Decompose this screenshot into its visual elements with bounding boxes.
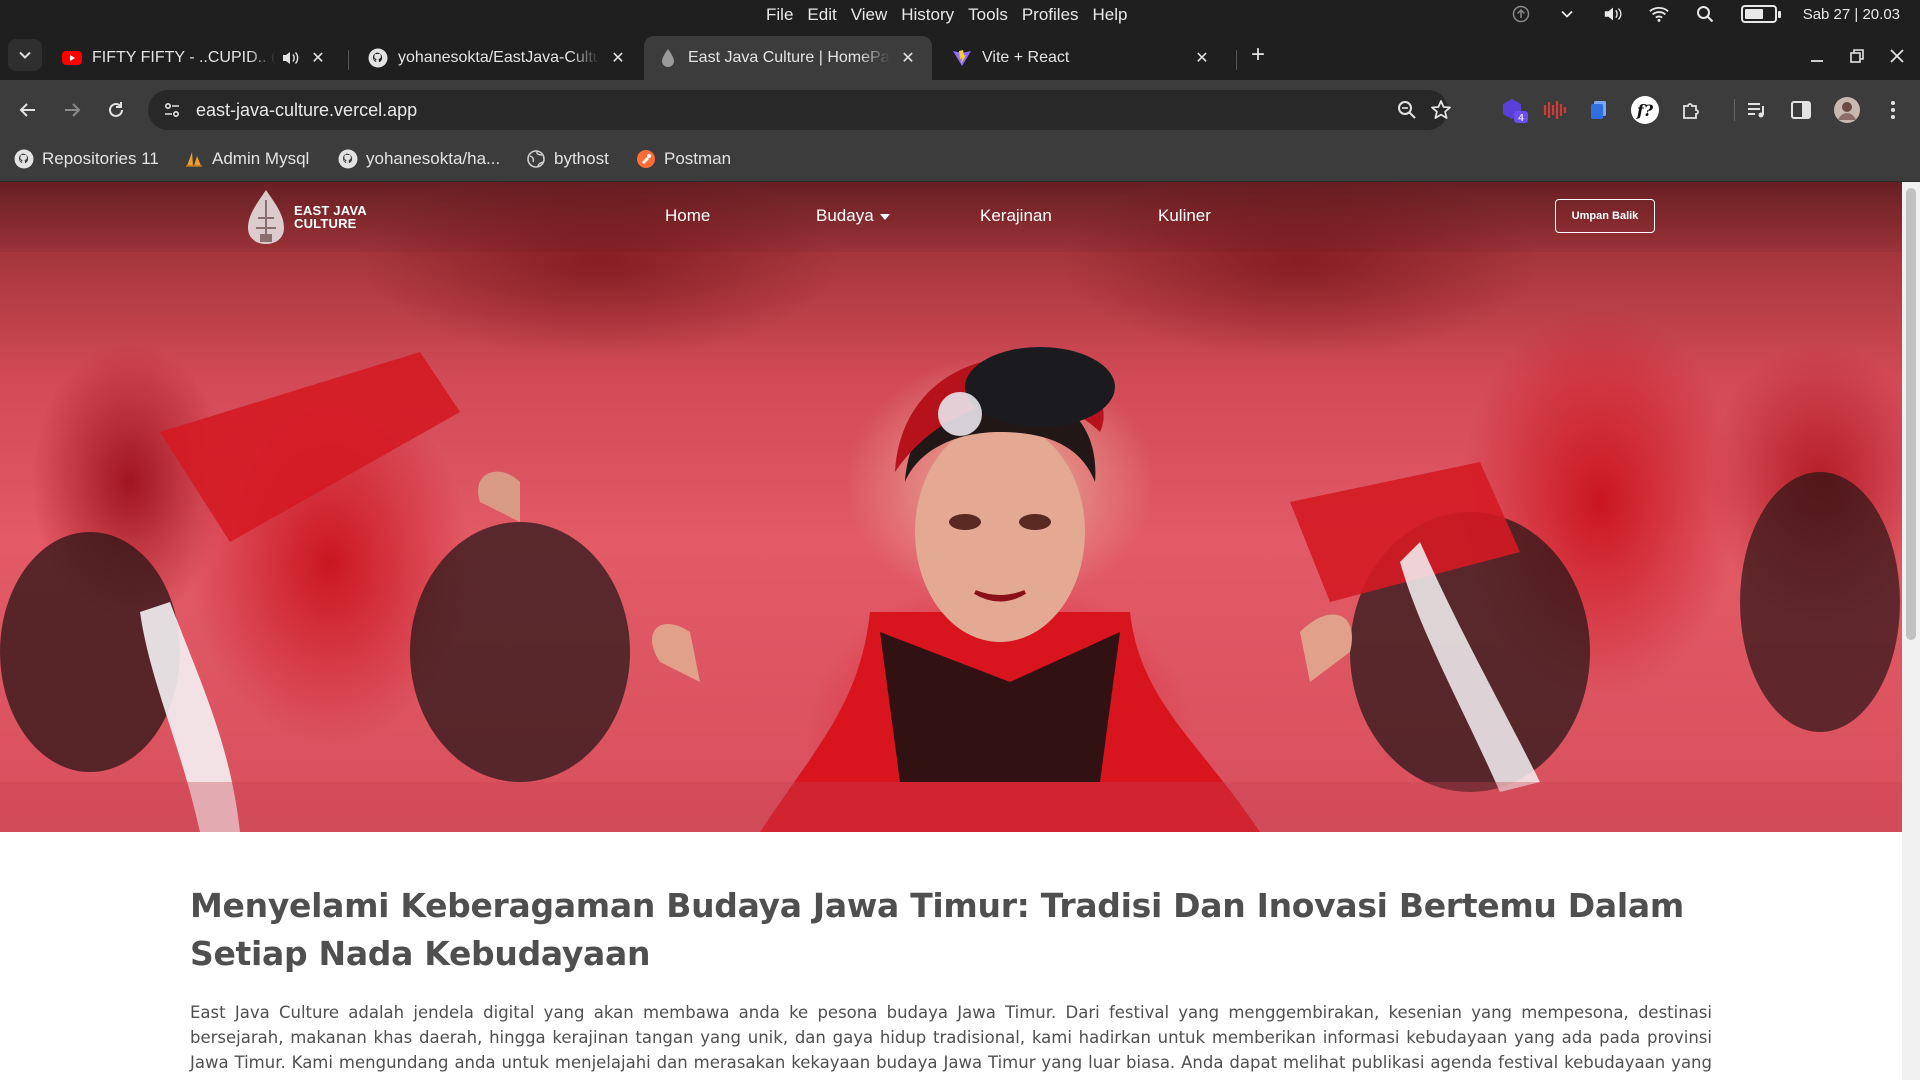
logo-text: EAST JAVA CULTURE	[294, 203, 367, 231]
nav-budaya[interactable]: Budaya	[816, 206, 890, 226]
arrow-left-icon	[19, 103, 35, 117]
equalizer-extension-icon[interactable]	[1540, 95, 1570, 125]
postman-icon	[636, 149, 656, 169]
bookmark-repositories[interactable]: Repositories 11	[14, 149, 159, 169]
search-icon[interactable]	[1695, 4, 1715, 24]
site-info-icon[interactable]	[162, 100, 182, 120]
battery-icon[interactable]	[1740, 5, 1781, 23]
close-window-icon[interactable]	[1884, 43, 1910, 69]
hero-image: EAST JAVA CULTURE Home Budaya Kerajinan …	[0, 182, 1902, 832]
tab-youtube[interactable]: FIFTY FIFTY - ..CUPID.. (Twin Ver.) ✕	[48, 36, 342, 80]
menu-view[interactable]: View	[851, 5, 888, 25]
bookmarks-bar: Repositories 11 Admin Mysql yohanesokta/…	[0, 140, 1920, 182]
scrollbar-thumb[interactable]	[1906, 188, 1916, 640]
github-icon	[338, 149, 358, 169]
bookmark-star-icon[interactable]	[1430, 99, 1452, 121]
nav-kuliner[interactable]: Kuliner	[1158, 206, 1211, 226]
tab-strip: FIFTY FIFTY - ..CUPID.. (Twin Ver.) ✕ yo…	[0, 30, 1920, 80]
tab-separator	[348, 50, 349, 70]
arrow-right-icon	[65, 103, 81, 117]
close-icon[interactable]: ✕	[1192, 48, 1212, 68]
globe-icon	[526, 149, 546, 169]
system-tray: Sab 27 | 20.03	[1511, 4, 1900, 24]
drop-icon	[658, 48, 678, 68]
feedback-button[interactable]: Umpan Balik	[1555, 199, 1655, 233]
close-icon[interactable]: ✕	[308, 48, 328, 68]
svg-text:f?: f?	[1636, 101, 1654, 120]
os-top-bar: File Edit View History Tools Profiles He…	[0, 0, 1920, 30]
restore-icon[interactable]	[1844, 43, 1870, 69]
close-icon[interactable]: ✕	[608, 48, 628, 68]
update-icon[interactable]	[1511, 4, 1531, 24]
tab-github[interactable]: yohanesokta/EastJava-Culture ✕	[354, 36, 642, 80]
github-icon	[368, 48, 388, 68]
tab-vite-react[interactable]: Vite + React ✕	[938, 36, 1226, 80]
speaker-icon[interactable]	[282, 49, 300, 67]
zoom-icon[interactable]	[1396, 99, 1418, 121]
close-icon[interactable]: ✕	[898, 48, 918, 68]
forward-button[interactable]	[58, 96, 86, 124]
new-tab-button[interactable]: +	[1245, 43, 1271, 69]
tab-search-button[interactable]	[8, 39, 42, 71]
tab-separator	[1236, 50, 1237, 70]
minimize-icon[interactable]	[1804, 43, 1830, 69]
puzzle-extensions-icon[interactable]	[1676, 95, 1706, 125]
wifi-icon[interactable]	[1648, 4, 1669, 24]
site-logo[interactable]: EAST JAVA CULTURE	[244, 188, 367, 246]
back-button[interactable]	[14, 96, 42, 124]
browser-toolbar: east-java-culture.vercel.app 4 f?	[0, 80, 1920, 140]
menu-help[interactable]: Help	[1093, 5, 1128, 25]
app-menu-bar: File Edit View History Tools Profiles He…	[766, 5, 1128, 25]
page-viewport[interactable]: EAST JAVA CULTURE Home Budaya Kerajinan …	[0, 182, 1920, 1080]
kebab-menu-icon[interactable]	[1878, 95, 1908, 125]
chevron-down-icon	[19, 51, 31, 59]
extension-hexagon-icon[interactable]: 4	[1500, 95, 1530, 125]
dancers-photo	[0, 347, 1902, 832]
menu-history[interactable]: History	[901, 5, 954, 25]
url-text[interactable]: east-java-culture.vercel.app	[196, 100, 417, 121]
chevron-down-icon[interactable]	[1557, 4, 1577, 24]
media-queue-icon[interactable]	[1742, 95, 1772, 125]
reload-button[interactable]	[102, 96, 130, 124]
menu-edit[interactable]: Edit	[807, 5, 836, 25]
intro-section: Menyelami Keberagaman Budaya Jawa Timur:…	[190, 882, 1712, 1080]
nav-kerajinan[interactable]: Kerajinan	[980, 206, 1052, 226]
sailboat-icon	[184, 149, 204, 169]
caret-down-icon	[879, 213, 890, 220]
side-panel-icon[interactable]	[1786, 95, 1816, 125]
github-icon	[14, 149, 34, 169]
bookmark-postman[interactable]: Postman	[636, 149, 731, 169]
document-extension-icon[interactable]	[1584, 95, 1614, 125]
clock[interactable]: Sab 27 | 20.03	[1803, 6, 1900, 23]
page-title: Menyelami Keberagaman Budaya Jawa Timur:…	[190, 886, 1684, 973]
address-bar[interactable]: east-java-culture.vercel.app	[148, 90, 1451, 130]
menu-file[interactable]: File	[766, 5, 793, 25]
tab-east-java-culture[interactable]: East Java Culture | HomePage ✕	[644, 36, 932, 80]
youtube-icon	[62, 48, 82, 68]
intro-paragraph: East Java Culture adalah jendela digital…	[190, 1003, 1712, 1080]
font-finder-extension-icon[interactable]: f?	[1630, 95, 1660, 125]
bookmark-admin-mysql[interactable]: Admin Mysql	[184, 149, 309, 169]
site-navbar: EAST JAVA CULTURE Home Budaya Kerajinan …	[0, 182, 1902, 252]
reload-icon	[109, 102, 123, 117]
svg-text:4: 4	[1518, 113, 1524, 124]
bookmark-bythost[interactable]: bythost	[526, 149, 609, 169]
volume-icon[interactable]	[1603, 4, 1623, 24]
menu-tools[interactable]: Tools	[968, 5, 1008, 25]
avatar[interactable]	[1832, 95, 1862, 125]
page-scrollbar[interactable]	[1902, 182, 1920, 1080]
menu-profiles[interactable]: Profiles	[1022, 5, 1079, 25]
bookmark-yohanesokta[interactable]: yohanesokta/ha...	[338, 149, 500, 169]
toolbar-separator	[1734, 99, 1735, 121]
nav-home[interactable]: Home	[665, 206, 710, 226]
vite-icon	[952, 48, 972, 68]
gunungan-logo-icon	[248, 190, 284, 244]
battery-level	[1744, 9, 1763, 19]
